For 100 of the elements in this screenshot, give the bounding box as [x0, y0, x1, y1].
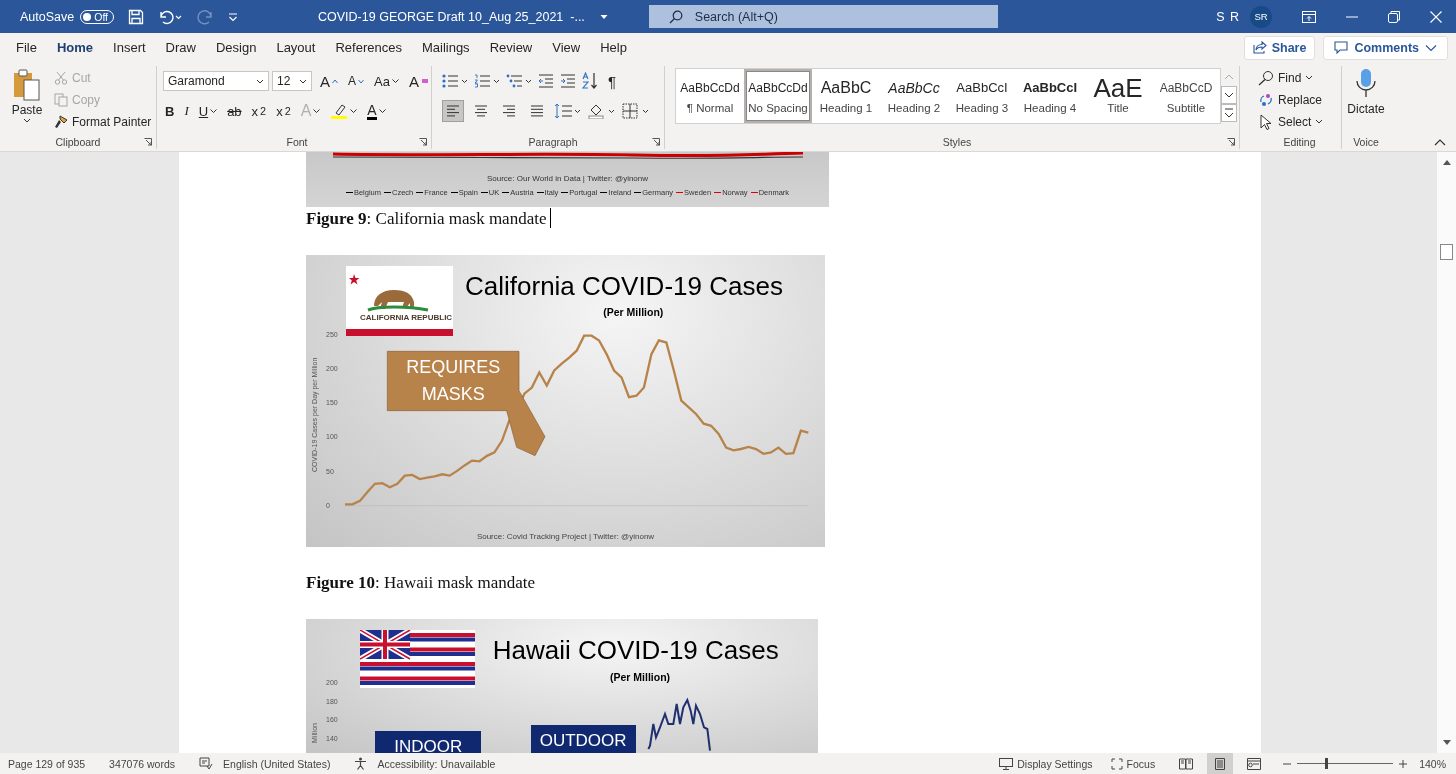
menu-tab[interactable]: Review	[479, 35, 543, 60]
italic-button[interactable]: I	[182, 100, 191, 122]
format-painter-button[interactable]: Format Painter	[54, 112, 152, 131]
replace-icon	[1258, 91, 1274, 108]
style-option[interactable]: AaE Title	[1084, 69, 1152, 123]
dialog-launcher-icon[interactable]	[1227, 138, 1235, 146]
customize-caret-icon[interactable]	[228, 11, 239, 22]
align-left-button[interactable]	[442, 100, 464, 122]
print-view-button[interactable]	[1207, 753, 1234, 774]
style-option[interactable]: AaBbCcI Heading 3	[948, 69, 1016, 123]
accessibility-icon[interactable]	[354, 757, 368, 770]
shrink-button[interactable]: A	[346, 70, 367, 92]
font-name-dropdown[interactable]: Garamond	[163, 71, 269, 91]
case-button[interactable]: Aa	[372, 70, 401, 92]
microphone-icon	[1355, 68, 1377, 98]
dictate-button[interactable]: Dictate	[1347, 66, 1385, 135]
chart-title: Hawaii COVID-19 Cases	[492, 634, 779, 665]
align-justify-icon	[530, 105, 544, 117]
menu-tab[interactable]: Design	[205, 35, 267, 60]
scroll-up-icon[interactable]	[1441, 158, 1452, 166]
comments-button[interactable]: Comments	[1323, 35, 1448, 60]
menu-tab[interactable]: References	[325, 35, 412, 60]
select-button[interactable]: Select	[1258, 112, 1341, 131]
save-icon[interactable]	[128, 8, 145, 25]
caret-icon	[1305, 75, 1314, 80]
menu-tab[interactable]: File	[6, 35, 47, 60]
paste-button[interactable]: Paste	[8, 68, 46, 135]
line-spacing-icon[interactable]	[554, 103, 582, 119]
borders-icon[interactable]	[622, 103, 650, 119]
menu-tab[interactable]: Mailings	[411, 35, 480, 60]
show-formatting-marks-button[interactable]: ¶	[606, 70, 619, 92]
clear-button[interactable]: A	[406, 70, 431, 92]
figure-caption: Figure 10: Hawaii mask mandate	[306, 572, 536, 594]
align-right-icon	[502, 105, 516, 117]
bold-button[interactable]: B	[163, 100, 177, 122]
decrease-indent-icon[interactable]	[538, 74, 554, 88]
chart-source: Source: Covid Tracking Project | Twitter: @yinonw	[475, 532, 656, 541]
search-field[interactable]: Search (Alt+Q)	[648, 5, 998, 28]
paintbrush-icon	[54, 114, 68, 129]
down-caret-icon	[358, 78, 365, 84]
style-option[interactable]: AaBbCcDd No Spacing	[744, 69, 812, 123]
chart-title: California COVID-19 Cases	[465, 270, 783, 301]
multilevel-list-icon[interactable]	[506, 74, 532, 88]
numbering-icon[interactable]	[474, 74, 500, 88]
menu-tab[interactable]: View	[542, 35, 591, 60]
replace-button[interactable]: Replace	[1258, 90, 1341, 109]
style-option[interactable]: AaBbCcDd ¶ Normal	[676, 69, 744, 123]
font-size-dropdown[interactable]: 12	[272, 71, 312, 91]
find-button[interactable]: Find	[1258, 68, 1341, 87]
collapse-ribbon-icon[interactable]	[1434, 139, 1446, 146]
monitor-icon	[999, 757, 1014, 770]
menu-tab[interactable]: Insert	[103, 35, 156, 60]
page-count[interactable]: Page 129 of 935	[8, 757, 86, 770]
more-styles-icon[interactable]	[1221, 104, 1237, 122]
close-icon[interactable]	[1430, 10, 1442, 23]
undo-icon[interactable]	[158, 8, 183, 25]
style-option[interactable]: AaBbCc Heading 2	[880, 69, 948, 123]
shading-icon[interactable]	[588, 103, 616, 119]
strike-button[interactable]: ab	[225, 100, 244, 122]
increase-indent-icon[interactable]	[560, 74, 576, 88]
caret-icon	[350, 109, 358, 113]
underline-button[interactable]: U	[196, 100, 220, 122]
page-icon	[1213, 757, 1228, 770]
style-option[interactable]: AaBbC Heading 1	[812, 69, 880, 123]
dialog-launcher-icon[interactable]	[652, 138, 660, 146]
scroll-down-icon[interactable]	[1221, 86, 1237, 104]
zoom-level[interactable]: 140%	[1419, 757, 1446, 770]
dialog-launcher-icon[interactable]	[144, 138, 152, 146]
sort-icon[interactable]	[582, 72, 600, 90]
group-label: Clipboard	[55, 135, 101, 149]
style-option[interactable]: AaBbCcD Subtitle	[1152, 69, 1220, 123]
grow-button[interactable]: A	[318, 70, 340, 92]
accessibility-status[interactable]: Accessibility: Unavailable	[377, 757, 496, 770]
caret-icon	[391, 79, 399, 83]
scrollbar-thumb[interactable]	[1440, 244, 1453, 260]
display-settings-button[interactable]: Display Settings	[999, 757, 1093, 770]
color-button[interactable]: A	[365, 100, 388, 122]
menu-tab[interactable]: Help	[590, 35, 637, 60]
focus-button[interactable]: Focus	[1110, 757, 1156, 770]
zoom-in-icon[interactable]	[1399, 759, 1408, 768]
scissors-icon	[54, 70, 68, 85]
scroll-down-icon[interactable]	[1441, 739, 1452, 747]
ribbon-display-icon[interactable]	[1302, 10, 1316, 23]
word-count[interactable]: 347076 words	[109, 757, 176, 770]
style-option[interactable]: AaBbCcI Heading 4	[1016, 69, 1084, 123]
user-avatar[interactable]: SR	[1250, 5, 1272, 28]
search-icon	[1258, 69, 1274, 86]
bullets-icon[interactable]	[442, 74, 468, 88]
dialog-launcher-icon[interactable]	[419, 138, 427, 146]
share-button[interactable]: Share	[1243, 35, 1316, 60]
language-indicator[interactable]: English (United States)	[223, 757, 331, 770]
minimize-icon[interactable]	[1346, 15, 1358, 18]
chart-subtitle: (Per Million)	[609, 670, 671, 683]
caret-icon	[210, 109, 218, 113]
proofing-icon[interactable]	[199, 757, 214, 770]
menu-tab[interactable]: Layout	[266, 35, 326, 60]
up-caret-icon	[332, 78, 338, 84]
menu-tab[interactable]: Draw	[155, 35, 206, 60]
book-icon	[1179, 757, 1194, 770]
restore-icon[interactable]	[1388, 10, 1400, 23]
